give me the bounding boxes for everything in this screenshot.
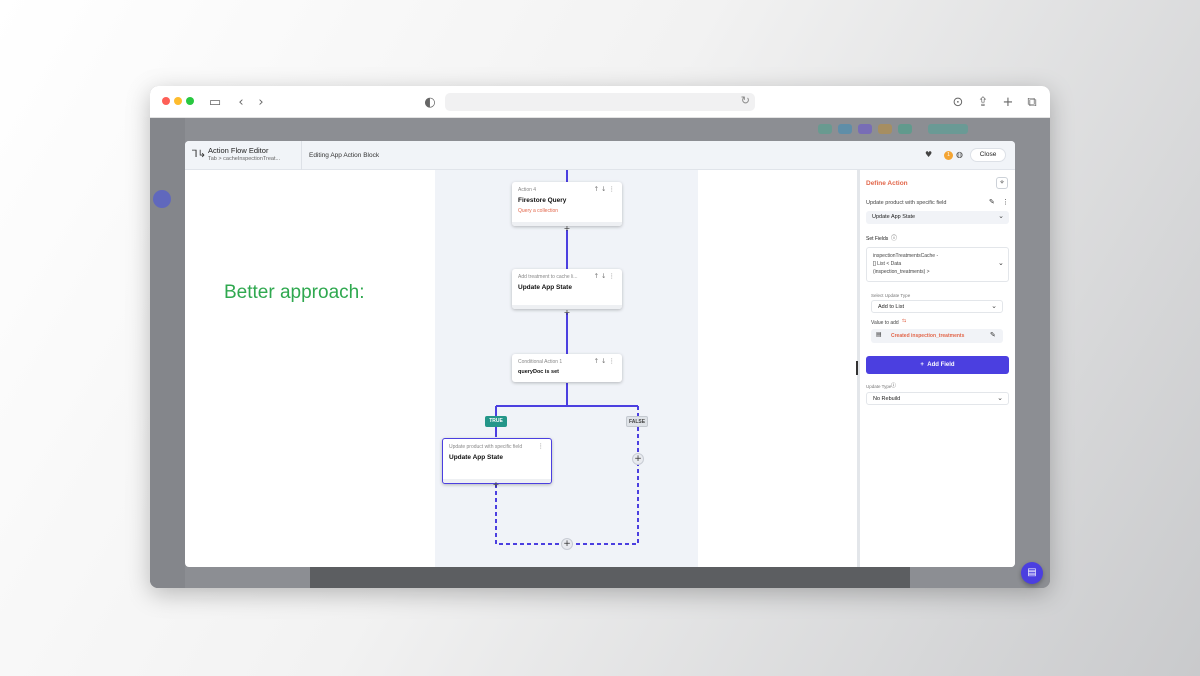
more-options-icon[interactable]: ⋮ [1002,198,1009,206]
rebuild-value: No Rebuild [873,396,901,402]
action-type-select[interactable]: Update App State ⌄ [866,211,1009,224]
chat-icon: ▤ [1027,567,1037,578]
node-label: Add treatment to cache li... [518,274,578,280]
node-title: queryDoc is set [518,369,559,375]
plus-icon: + [920,362,924,368]
action-name[interactable]: Update product with specific field [866,200,946,206]
dimmed-toolbar-icon [878,124,892,134]
dimmed-toolbar-icon [858,124,872,134]
node-label: Conditional Action 1 [518,359,563,365]
panel-title: Define Action [866,180,908,187]
node-menu-icon[interactable]: ⋮ [538,442,547,450]
flow-node-update-app-state-2[interactable]: Update product with specific field Updat… [442,438,552,484]
add-field-button[interactable]: + Add Field [866,356,1009,374]
chevron-down-icon: ⌄ [991,302,997,310]
dimmed-toolbar-icon [838,124,852,134]
define-action-panel: Define Action ✧ Update product with spec… [860,170,1015,567]
sidebar-icon[interactable]: ▭ [206,93,224,111]
dimmed-logo [153,190,171,208]
globe-icon[interactable]: ◍ [956,150,963,159]
node-title: Update App State [449,454,503,461]
node-label: Action 4 [518,187,537,193]
download-icon[interactable]: ⊙ [949,93,967,111]
new-tab-icon[interactable]: + [999,93,1017,111]
chat-support-button[interactable]: ▤ [1021,562,1043,584]
node-title: Firestore Query [518,197,567,204]
value-text: Created inspection_treatments [891,333,965,339]
action-flow-editor-modal: ⅂↳ Action Flow Editor Tab > cacheInspect… [185,141,1015,567]
action-type-value: Update App State [872,214,916,220]
update-type-select[interactable]: Add to List ⌄ [871,300,1003,313]
node-controls[interactable]: ↑↓⋮ [594,357,617,365]
node-controls[interactable]: ↑↓⋮ [594,272,617,280]
node-label: Update product with specific field [449,444,523,450]
chevron-down-icon[interactable]: ⌄ [998,259,1004,267]
breadcrumb[interactable]: Tab > cacheInspectionTreat... [208,156,280,162]
flow-node-update-app-state-1[interactable]: Add treatment to cache li... Update App … [512,269,622,309]
node-controls[interactable]: ↑↓⋮ [594,185,617,193]
editor-subtitle: Editing App Action Block [309,152,380,159]
close-window-button[interactable] [162,97,170,105]
close-button[interactable]: Close [970,148,1006,162]
flow-node-conditional[interactable]: Conditional Action 1 queryDoc is set ↑↓⋮ [512,354,622,382]
maximize-window-button[interactable] [186,97,194,105]
field-line: [] List < Data [873,261,902,267]
dimmed-toolbar-icon [898,124,912,134]
edit-icon[interactable]: ✎ [990,331,996,339]
value-to-add-label: Value to add [871,320,899,326]
heart-monitor-icon[interactable]: ♥ [925,150,932,159]
node-title: Update App State [518,284,572,291]
true-branch-tag: TRUE [485,416,507,427]
shield-icon: ◐ [424,94,436,110]
add-after-branch-plus-icon[interactable]: + [561,538,573,550]
add-field-label: Add Field [927,362,955,368]
set-fields-label: Set Fields [866,236,889,242]
flow-node-firestore-query[interactable]: Action 4 Firestore Query Query a collect… [512,182,622,226]
add-action-plus-icon[interactable]: + [563,309,571,317]
dimmed-toolbar-icon [818,124,832,134]
update-type-label: Select Update Type [871,293,911,298]
chevron-down-icon: ⌄ [997,394,1003,402]
chevron-down-icon: ⌄ [998,212,1004,220]
update-type-value: Add to List [878,304,904,310]
rebuild-select[interactable]: No Rebuild ⌄ [866,392,1009,405]
tabs-icon[interactable]: ⧉ [1023,93,1041,111]
field-entry[interactable]: inspectionTreatmentsCache - [] List < Da… [866,247,1009,282]
reload-icon[interactable]: ↻ [741,94,750,107]
info-icon[interactable]: ⓘ [891,233,897,242]
flow-canvas[interactable]: Action 4 Firestore Query Query a collect… [435,170,698,567]
back-icon[interactable]: ‹ [232,93,250,111]
rebuild-label: Update Type [866,384,892,389]
action-flow-icon: ⅂↳ [192,149,206,160]
add-action-plus-icon[interactable]: + [563,225,571,233]
database-icon: ▤ [876,331,882,338]
field-line: (inspection_treatments) > [873,269,930,275]
notification-badge[interactable]: 1 [944,151,953,160]
node-subtitle: Query a collection [518,208,559,214]
add-action-plus-icon[interactable]: + [492,481,500,489]
dimmed-app-background: ⅂↳ Action Flow Editor Tab > cacheInspect… [150,118,1050,588]
forward-icon[interactable]: › [252,93,270,111]
add-false-action-plus-icon[interactable]: + [632,453,644,465]
share-icon[interactable]: ⇪ [974,93,992,111]
address-bar[interactable]: ↻ [445,93,755,111]
editor-header: ⅂↳ Action Flow Editor Tab > cacheInspect… [185,141,1015,170]
value-to-add-field[interactable]: ▤ Created inspection_treatments ✎ [871,329,1003,343]
variable-icon[interactable]: ⇆ [902,318,906,324]
info-icon[interactable]: ⓘ [891,382,896,389]
dimmed-sidebar [150,118,185,588]
resize-handle[interactable] [856,361,858,375]
dimmed-toolbar-button [928,124,968,134]
edit-icon[interactable]: ✎ [989,198,995,206]
header-divider [301,141,302,170]
dimmed-bottom-bar [310,566,910,588]
field-line: inspectionTreatmentsCache - [873,253,939,259]
caption-text: Better approach: [224,282,365,303]
false-branch-tag: FALSE [626,416,648,427]
ai-assist-icon[interactable]: ✧ [996,177,1008,189]
browser-toolbar: ▭ ‹ › ◐ ↻ ⊙ ⇪ + ⧉ [150,86,1050,118]
browser-window: ▭ ‹ › ◐ ↻ ⊙ ⇪ + ⧉ ⅂↳ Action Flow Editor … [150,86,1050,588]
minimize-window-button[interactable] [174,97,182,105]
editor-title: Action Flow Editor [208,146,269,155]
